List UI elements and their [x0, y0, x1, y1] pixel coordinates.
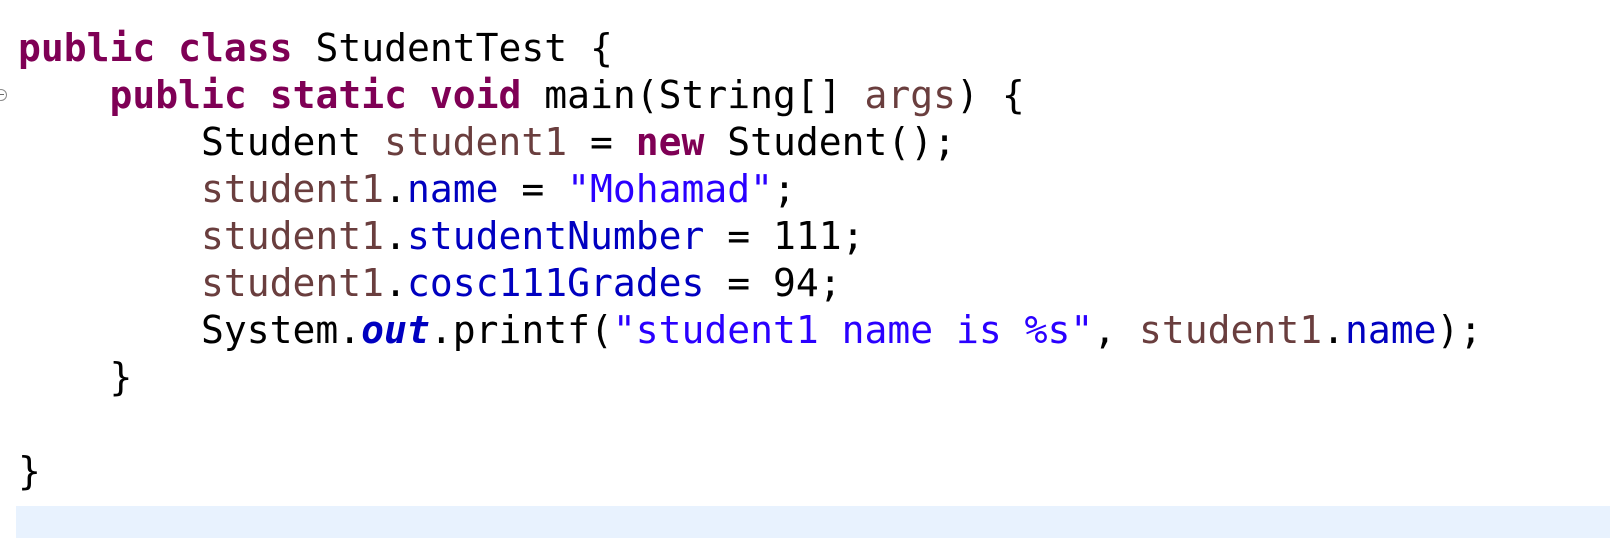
code-text: ) { — [956, 73, 1025, 117]
field-token: cosc111Grades — [406, 261, 705, 305]
local-variable-token: student1 — [201, 261, 385, 305]
code-line-7[interactable]: System.out.printf("student1 name is %s",… — [18, 306, 1482, 354]
code-line-4[interactable]: student1.name = "Mohamad"; — [18, 165, 796, 213]
code-text: . — [384, 261, 407, 305]
code-line-2[interactable]: public static void main(String[] args) { — [18, 71, 1025, 119]
code-text: } — [18, 355, 133, 399]
code-line-1[interactable]: public class StudentTest { — [18, 24, 613, 72]
keyword-token: public — [18, 26, 156, 70]
string-literal-token: "Mohamad" — [567, 167, 774, 211]
code-editor[interactable]: public class StudentTest { public static… — [0, 0, 1610, 538]
code-text: StudentTest { — [292, 26, 613, 70]
code-text: . — [1322, 308, 1345, 352]
code-text: } — [18, 449, 41, 493]
code-text: . — [384, 214, 407, 258]
field-token: studentNumber — [406, 214, 705, 258]
code-text: System. — [18, 308, 362, 352]
code-text: ); — [1436, 308, 1483, 352]
code-text: = — [498, 167, 568, 211]
code-line-8[interactable]: } — [18, 353, 133, 401]
code-line-3[interactable]: Student student1 = new Student(); — [18, 118, 956, 166]
keyword-token: public — [109, 73, 247, 117]
code-text: Student — [18, 120, 385, 164]
static-field-token: out — [361, 308, 430, 352]
code-text: = 94; — [704, 261, 842, 305]
keyword-token: static — [269, 73, 407, 117]
local-variable-token: student1 — [201, 214, 385, 258]
current-line-highlight[interactable] — [16, 506, 1610, 538]
code-text: Student(); — [704, 120, 957, 164]
local-variable-token: student1 — [1139, 308, 1323, 352]
string-literal-token: "student1 name is %s" — [612, 308, 1094, 352]
code-line-10[interactable]: } — [18, 447, 41, 495]
code-text: = — [567, 120, 636, 164]
field-token: name — [406, 167, 499, 211]
local-variable-token: student1 — [201, 167, 385, 211]
code-text: = 111; — [704, 214, 865, 258]
keyword-token: class — [178, 26, 293, 70]
keyword-token: new — [635, 120, 705, 164]
code-text: , — [1093, 308, 1140, 352]
code-line-6[interactable]: student1.cosc111Grades = 94; — [18, 259, 842, 307]
code-text: . — [384, 167, 407, 211]
fold-collapse-icon[interactable] — [0, 89, 7, 101]
code-line-5[interactable]: student1.studentNumber = 111; — [18, 212, 865, 260]
keyword-token: void — [429, 73, 522, 117]
code-text: .printf( — [429, 308, 613, 352]
code-text: ; — [773, 167, 796, 211]
field-token: name — [1344, 308, 1437, 352]
local-variable-token: student1 — [384, 120, 568, 164]
local-variable-token: args — [864, 73, 957, 117]
code-text: main(String[] — [521, 73, 865, 117]
